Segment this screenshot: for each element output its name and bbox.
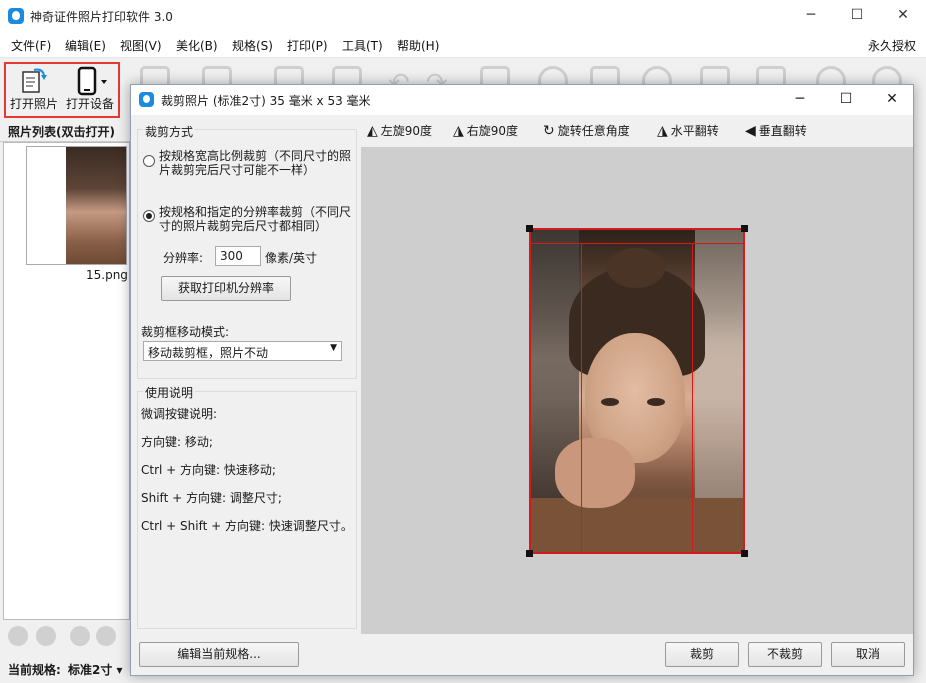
- help-line: Ctrl + 方向键: 快速移动;: [141, 463, 276, 477]
- crop-dialog: 裁剪照片 (标准2寸) 35 毫米 x 53 毫米 ─ ☐ ✕ 裁剪方式 按规格…: [130, 84, 914, 676]
- current-spec-select[interactable]: 标准2寸 ▾: [68, 661, 123, 678]
- close-button[interactable]: ✕: [880, 0, 926, 32]
- photo-list-header: 照片列表(双击打开): [0, 120, 130, 142]
- photo-thumbnail[interactable]: [26, 146, 127, 265]
- resize-handle-top-left[interactable]: [526, 225, 533, 232]
- crop-mode-group-label: 裁剪方式: [143, 123, 196, 140]
- flip-vertical-button[interactable]: ◀ 垂直翻转: [745, 122, 807, 139]
- crop-frame-right[interactable]: [743, 228, 745, 554]
- flip-horizontal-label: 水平翻转: [670, 124, 719, 138]
- app-icon: [8, 8, 24, 24]
- dialog-maximize-button[interactable]: ☐: [823, 85, 869, 115]
- maximize-button[interactable]: ☐: [834, 0, 880, 32]
- move-mode-value: 移动裁剪框，照片不动: [148, 346, 269, 360]
- move-mode-label: 裁剪框移动模式:: [141, 325, 230, 339]
- thumbnail-image: [66, 147, 126, 264]
- crop-frame-bottom[interactable]: [529, 552, 745, 554]
- menu-tools[interactable]: 工具(T): [342, 37, 383, 54]
- resize-handle-top-right[interactable]: [741, 225, 748, 232]
- menu-spec[interactable]: 规格(S): [232, 37, 273, 54]
- rotate-right-icon: ◮: [453, 123, 464, 139]
- radio-aspect-ratio-label[interactable]: 按规格宽高比例裁剪（不同尺寸的照片裁剪完后尺寸可能不一样）: [159, 149, 359, 177]
- crop-button[interactable]: 裁剪: [665, 642, 739, 667]
- menu-help[interactable]: 帮助(H): [397, 37, 439, 54]
- photo-eye-right: [647, 398, 665, 406]
- image-toolbar: ◭ 左旋90度 ◮ 右旋90度 ↻ 旋转任意角度 ◮ 水平翻转 ◀ 垂直翻转: [361, 116, 913, 146]
- photo-filename: 15.png: [86, 268, 128, 282]
- menu-view[interactable]: 视图(V): [120, 37, 162, 54]
- rotate-any-label: 旋转任意角度: [557, 124, 630, 138]
- photo-sweater: [529, 498, 745, 554]
- resize-handle-bottom-right[interactable]: [741, 550, 748, 557]
- crop-frame-left[interactable]: [529, 228, 531, 554]
- delete-icon[interactable]: [70, 626, 90, 646]
- minimize-button[interactable]: ─: [788, 0, 834, 32]
- dialog-title: 裁剪照片 (标准2寸) 35 毫米 x 53 毫米: [161, 94, 371, 108]
- resolution-unit: 像素/英寸: [265, 251, 318, 265]
- crop-frame-top[interactable]: [529, 228, 745, 230]
- highlight-box: [4, 62, 120, 118]
- license-label: 永久授权: [867, 39, 916, 53]
- flip-vertical-icon: ◀: [745, 123, 756, 139]
- help-group-label: 使用说明: [143, 384, 196, 401]
- resolution-input[interactable]: 300: [215, 246, 261, 266]
- photo-eye-left: [601, 398, 619, 406]
- title-bar: 神奇证件照片打印软件 3.0 ─ ☐ ✕: [0, 0, 926, 32]
- get-printer-resolution-button[interactable]: 获取打印机分辨率: [161, 276, 291, 301]
- resolution-label: 分辨率:: [163, 251, 204, 265]
- rotate-right-label: 右旋90度: [466, 124, 519, 138]
- help-line: Ctrl + Shift + 方向键: 快速调整尺寸。: [141, 519, 353, 533]
- edit-spec-button[interactable]: 编辑当前规格...: [139, 642, 299, 667]
- dialog-minimize-button[interactable]: ─: [777, 85, 823, 115]
- dialog-title-bar: 裁剪照片 (标准2寸) 35 毫米 x 53 毫米 ─ ☐ ✕: [131, 85, 913, 115]
- menu-print[interactable]: 打印(P): [287, 37, 328, 54]
- photo-preview[interactable]: [529, 228, 745, 554]
- crop-guide-vertical-left: [581, 243, 582, 554]
- crop-guide-vertical-right: [692, 243, 693, 554]
- menu-file[interactable]: 文件(F): [11, 37, 51, 54]
- help-line: Shift + 方向键: 调整尺寸;: [141, 491, 282, 505]
- radio-aspect-ratio[interactable]: [143, 155, 155, 167]
- rotate-any-icon: ↻: [543, 123, 555, 139]
- rotate-right-button[interactable]: ◮ 右旋90度: [453, 122, 518, 139]
- menu-beautify[interactable]: 美化(B): [176, 37, 218, 54]
- menu-bar: 文件(F) 编辑(E) 视图(V) 美化(B) 规格(S) 打印(P) 工具(T…: [0, 32, 926, 58]
- current-spec-label: 当前规格:: [8, 663, 61, 677]
- rotate-any-button[interactable]: ↻ 旋转任意角度: [543, 122, 630, 139]
- menu-edit[interactable]: 编辑(E): [65, 37, 106, 54]
- crop-guide-horizontal: [529, 243, 745, 244]
- flip-horizontal-button[interactable]: ◮ 水平翻转: [657, 122, 719, 139]
- rotate-left-button[interactable]: ◭ 左旋90度: [367, 122, 432, 139]
- rotate-left-icon: ◭: [367, 123, 378, 139]
- clear-icon[interactable]: [96, 626, 116, 646]
- dialog-app-icon: [139, 92, 154, 107]
- move-mode-select[interactable]: 移动裁剪框，照片不动 ▼: [143, 341, 342, 361]
- app-title: 神奇证件照片打印软件 3.0: [30, 10, 173, 24]
- resize-handle-bottom-left[interactable]: [526, 550, 533, 557]
- rotate-left-label: 左旋90度: [380, 124, 433, 138]
- radio-fixed-resolution[interactable]: [143, 210, 155, 222]
- dialog-close-button[interactable]: ✕: [869, 85, 915, 115]
- move-up-icon[interactable]: [8, 626, 28, 646]
- help-line: 微调按键说明:: [141, 407, 218, 421]
- flip-vertical-label: 垂直翻转: [758, 124, 807, 138]
- radio-fixed-resolution-label[interactable]: 按规格和指定的分辨率裁剪（不同尺寸的照片裁剪完后尺寸都相同）: [159, 205, 359, 233]
- photo-hand: [555, 438, 635, 508]
- cancel-button[interactable]: 取消: [831, 642, 905, 667]
- move-down-icon[interactable]: [36, 626, 56, 646]
- dropdown-arrow-icon: ▼: [330, 343, 337, 353]
- help-group: [137, 391, 357, 629]
- flip-horizontal-icon: ◮: [657, 123, 668, 139]
- help-line: 方向键: 移动;: [141, 435, 213, 449]
- photo-hair-bun: [607, 248, 665, 288]
- no-crop-button[interactable]: 不裁剪: [748, 642, 822, 667]
